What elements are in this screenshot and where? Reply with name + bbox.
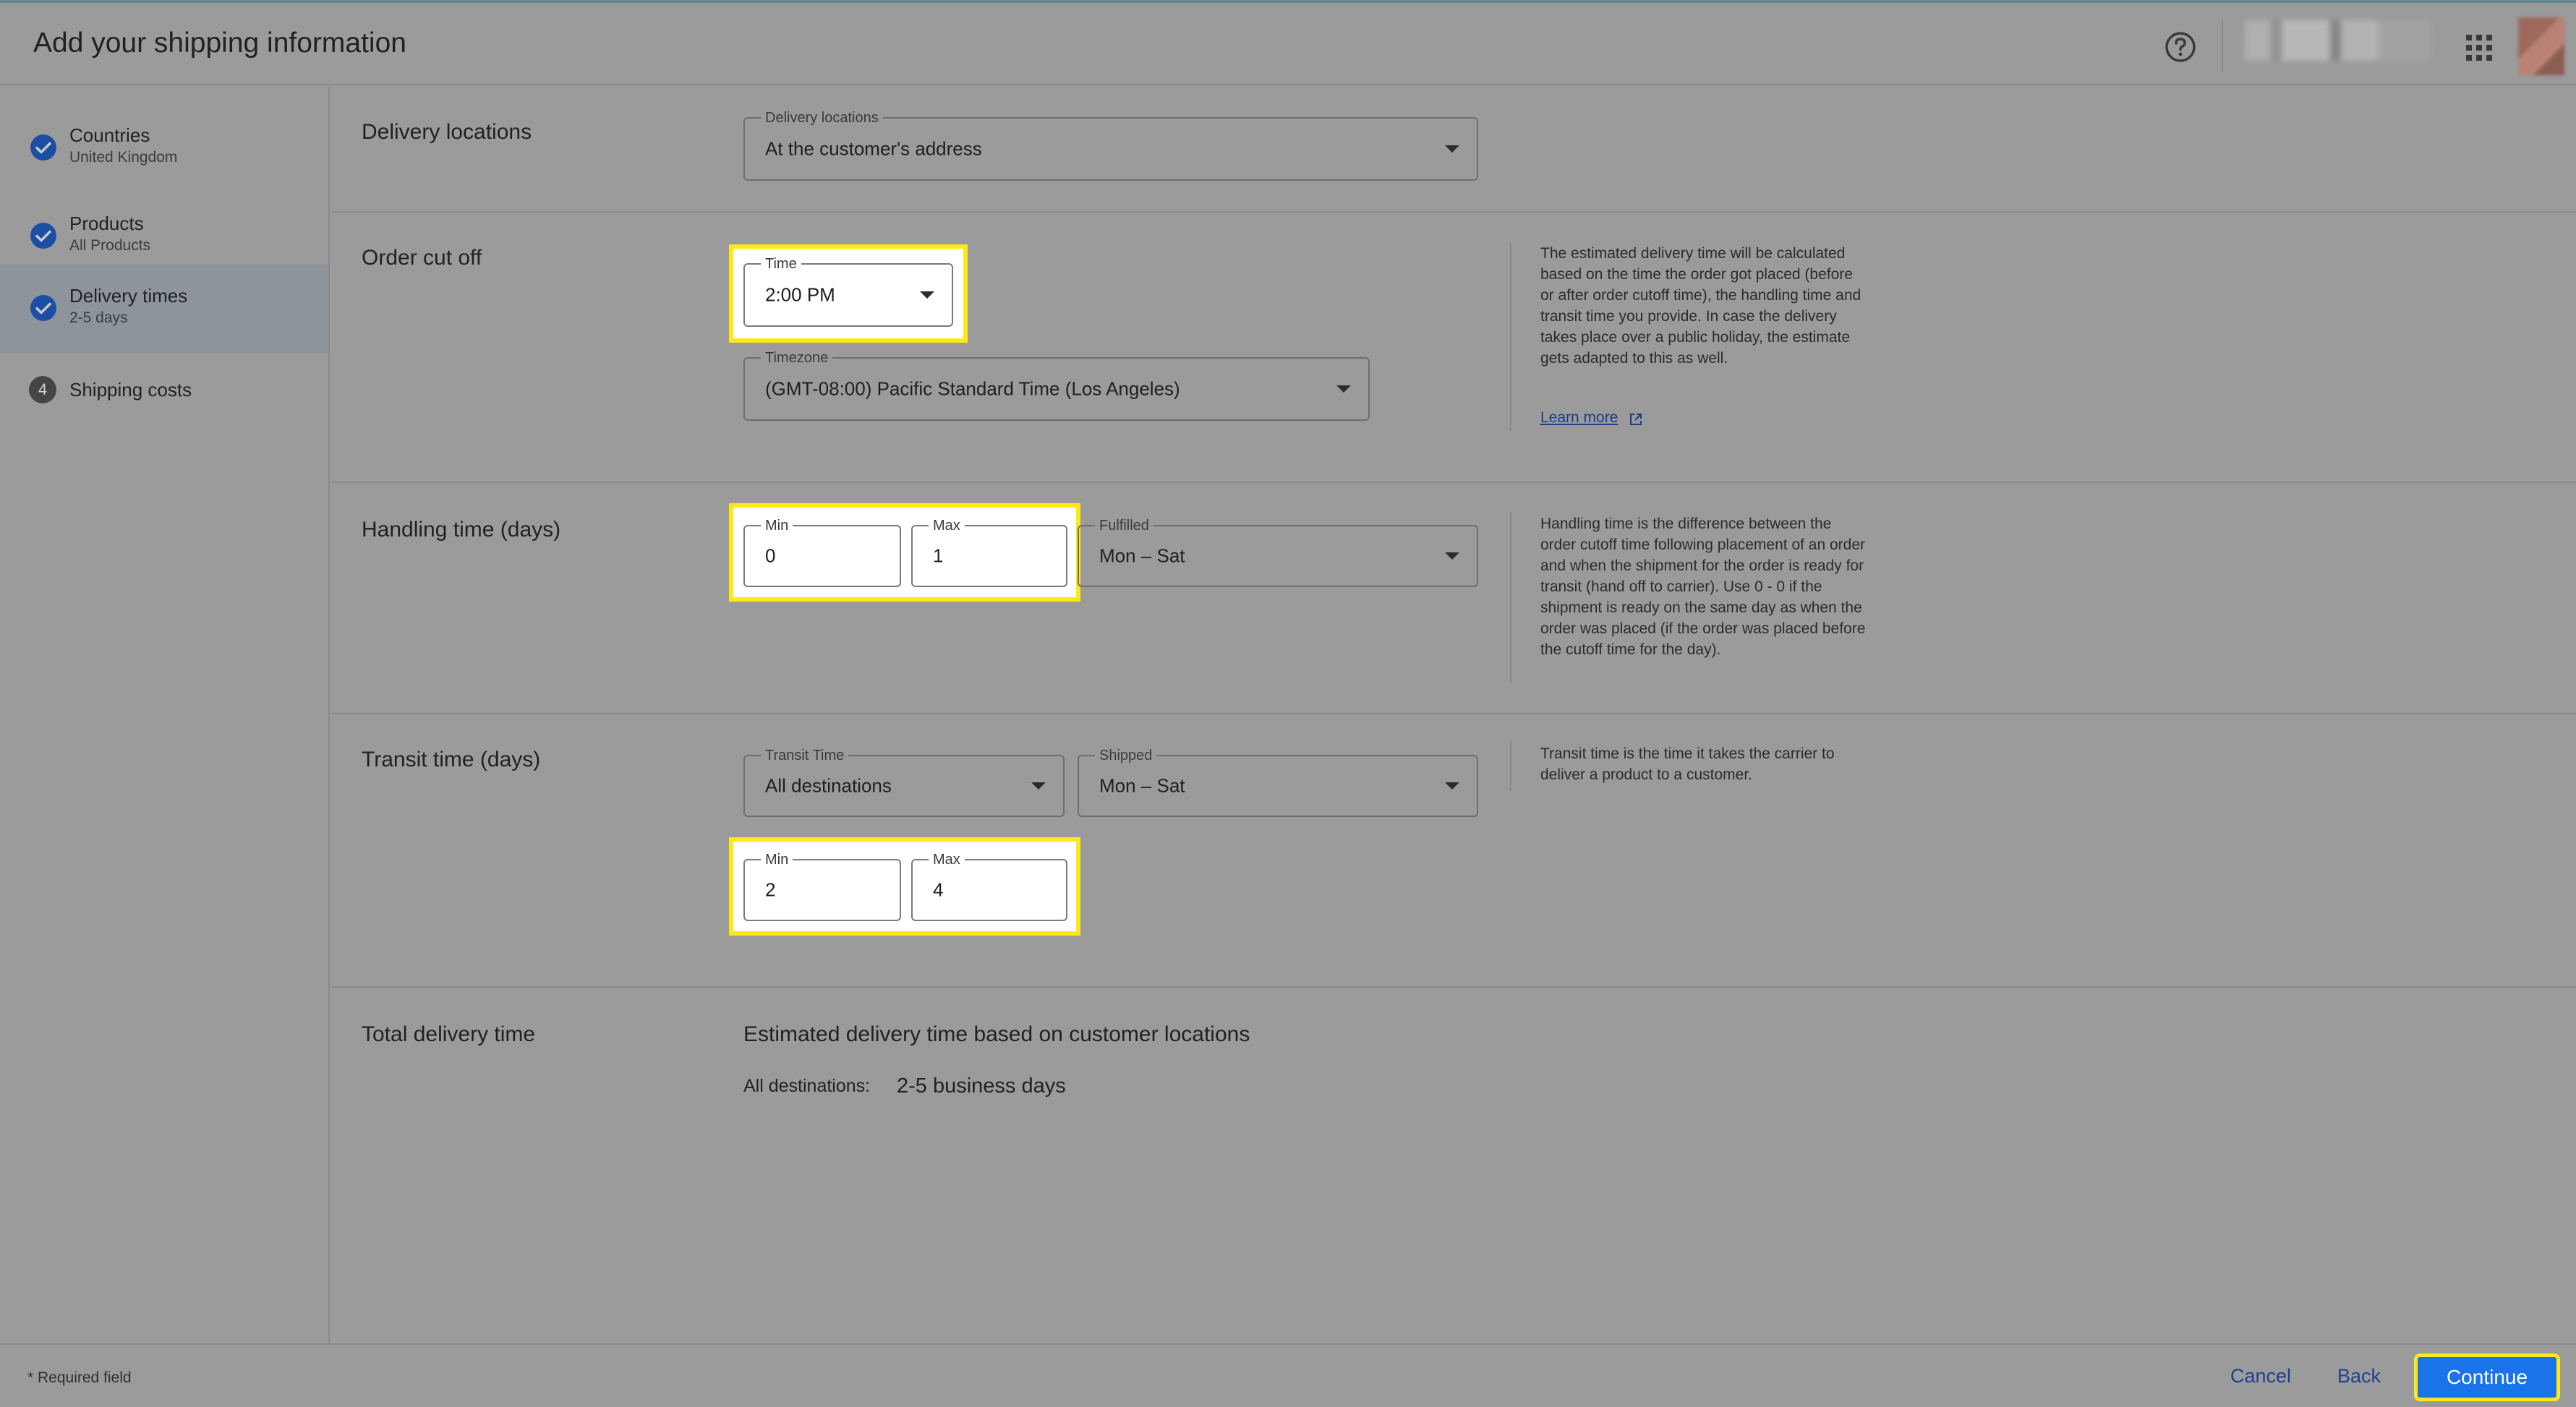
account-name-blurred[interactable] — [2245, 20, 2430, 61]
dropdown-arrow-icon — [920, 291, 934, 299]
field-value: 4 — [933, 878, 944, 901]
shipped-days-select[interactable]: Shipped Mon – Sat — [1078, 748, 1478, 817]
order-cutoff-help-text: The estimated delivery time will be calc… — [1540, 245, 1861, 367]
section-divider — [331, 211, 2576, 213]
learn-more-link[interactable]: Learn more — [1540, 409, 1618, 427]
dropdown-arrow-icon — [1336, 385, 1351, 393]
transit-max-input[interactable]: Max 4 — [911, 852, 1067, 921]
step-title: Products — [69, 213, 144, 234]
section-divider — [331, 986, 2576, 988]
continue-label: Continue — [2446, 1366, 2528, 1388]
step-title: Countries — [69, 124, 150, 146]
field-value: 2:00 PM — [765, 283, 835, 306]
section-divider — [331, 482, 2576, 483]
sidebar-item-shipping-costs[interactable]: 4 Shipping costs — [0, 366, 328, 454]
external-link-icon — [1630, 414, 1642, 425]
footer-bar: * Required field Cancel Back Continue — [0, 1343, 2576, 1407]
help-divider — [1510, 243, 1511, 431]
field-label: Min — [761, 518, 793, 534]
dropdown-arrow-icon — [1445, 552, 1459, 560]
section-title-handling-time: Handling time (days) — [362, 518, 561, 542]
field-value: Mon – Sat — [1099, 774, 1185, 797]
delivery-locations-select[interactable]: Delivery locations At the customer's add… — [743, 110, 1478, 181]
step-title: Delivery times — [69, 285, 188, 307]
section-title-transit-time: Transit time (days) — [362, 748, 541, 771]
apps-grid-icon[interactable] — [2463, 32, 2495, 64]
destination-estimate: 2-5 business days — [897, 1074, 1066, 1098]
transit-time-help-text: Transit time is the time it takes the ca… — [1540, 745, 1835, 783]
cancel-button[interactable]: Cancel — [2230, 1365, 2291, 1387]
help-icon[interactable] — [2164, 30, 2197, 64]
sidebar-item-countries[interactable]: Countries United Kingdom — [0, 107, 328, 195]
handling-min-input[interactable]: Min 0 — [743, 518, 901, 587]
step-subtitle: All Products — [69, 237, 151, 254]
section-title-order-cutoff: Order cut off — [362, 246, 482, 270]
field-value: 0 — [765, 544, 776, 567]
field-value: All destinations — [765, 774, 892, 797]
step-subtitle: United Kingdom — [69, 149, 178, 166]
check-circle-icon — [30, 295, 56, 321]
field-value: Mon – Sat — [1099, 544, 1185, 567]
destination-label: All destinations: — [743, 1076, 871, 1096]
required-field-note: * Required field — [27, 1369, 132, 1386]
cutoff-time-select[interactable]: Time 2:00 PM — [743, 256, 953, 327]
check-circle-icon — [30, 223, 56, 249]
total-delivery-heading: Estimated delivery time based on custome… — [743, 1022, 1250, 1046]
field-label: Time — [761, 256, 801, 272]
fulfilled-days-select[interactable]: Fulfilled Mon – Sat — [1078, 518, 1478, 587]
sidebar-item-delivery-times[interactable]: Delivery times 2-5 days — [0, 265, 328, 353]
field-value: 1 — [933, 544, 944, 567]
step-number-badge: 4 — [29, 376, 56, 403]
help-divider — [1510, 512, 1511, 683]
field-value: (GMT-08:00) Pacific Standard Time (Los A… — [765, 377, 1180, 400]
page-title: Add your shipping information — [33, 27, 406, 59]
field-label: Delivery locations — [761, 110, 883, 126]
back-button[interactable]: Back — [2337, 1365, 2381, 1387]
field-value: 2 — [765, 878, 776, 901]
timezone-select[interactable]: Timezone (GMT-08:00) Pacific Standard Ti… — [743, 350, 1370, 421]
continue-button[interactable]: Continue — [2414, 1353, 2560, 1401]
field-label: Fulfilled — [1095, 518, 1153, 534]
transit-destinations-select[interactable]: Transit Time All destinations — [743, 748, 1065, 817]
step-title: Shipping costs — [69, 379, 192, 401]
field-label: Shipped — [1095, 748, 1157, 764]
field-label: Max — [929, 518, 965, 534]
section-divider — [331, 713, 2576, 714]
avatar[interactable] — [2518, 17, 2564, 75]
learn-more-label: Learn more — [1540, 409, 1618, 426]
field-label: Transit Time — [761, 748, 849, 764]
section-title-total-delivery-time: Total delivery time — [362, 1022, 536, 1046]
handling-max-input[interactable]: Max 1 — [911, 518, 1067, 587]
header-divider — [2222, 20, 2223, 72]
field-value: At the customer's address — [765, 137, 982, 160]
transit-min-input[interactable]: Min 2 — [743, 852, 901, 921]
field-label: Max — [929, 852, 965, 868]
dropdown-arrow-icon — [1031, 782, 1046, 790]
dropdown-arrow-icon — [1445, 782, 1459, 790]
help-divider — [1510, 740, 1511, 791]
steps-sidebar: Countries United Kingdom Products All Pr… — [0, 87, 330, 1345]
field-label: Timezone — [761, 350, 833, 366]
field-label: Min — [761, 852, 793, 868]
page-header: Add your shipping information — [0, 3, 2576, 85]
section-title-delivery-locations: Delivery locations — [362, 120, 532, 144]
step-subtitle: 2-5 days — [69, 309, 128, 326]
handling-time-help-text: Handling time is the difference between … — [1540, 516, 1866, 658]
dropdown-arrow-icon — [1445, 145, 1459, 153]
check-circle-icon — [30, 134, 56, 161]
